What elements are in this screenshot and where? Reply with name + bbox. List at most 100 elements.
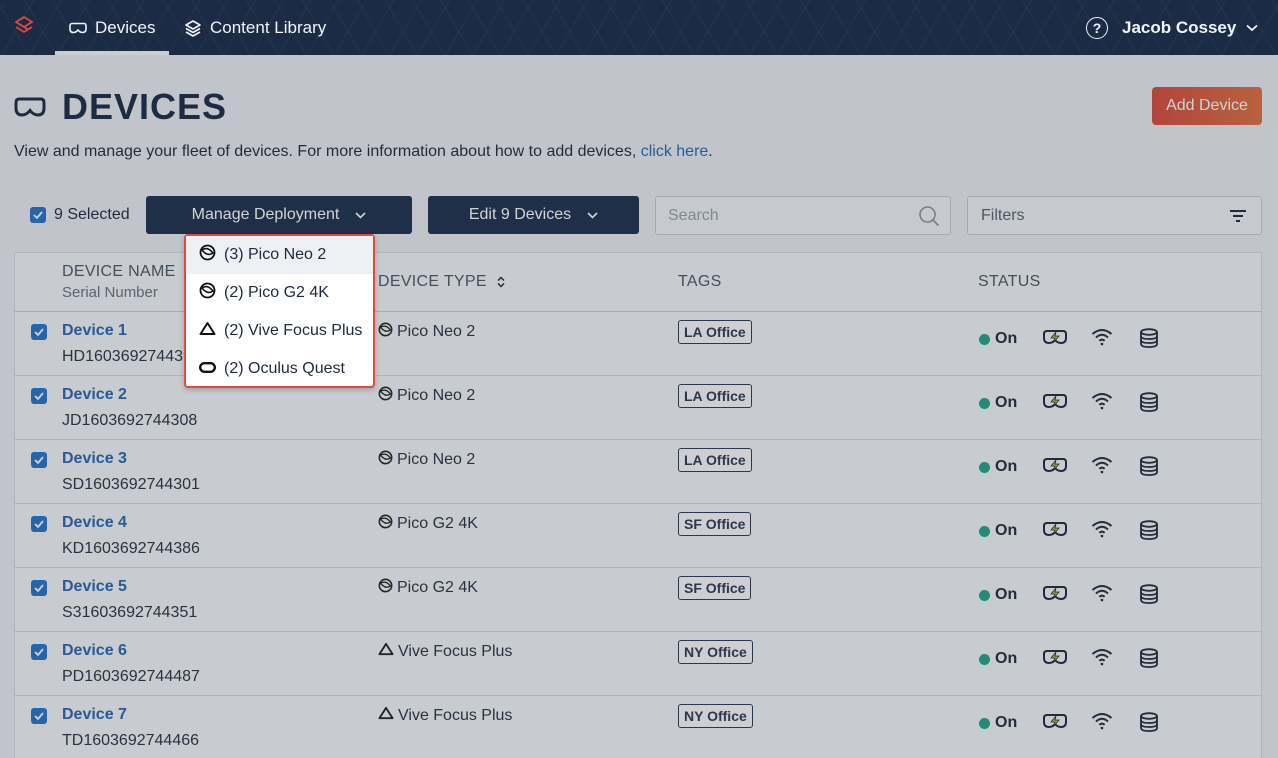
menu-item-label: (2) Vive Focus Plus — [224, 322, 363, 339]
wifi-icon — [1091, 329, 1113, 346]
vive-icon — [378, 642, 394, 661]
tag-badge[interactable]: LA Office — [678, 320, 752, 344]
table-row[interactable]: Device 6 PD1603692744487 Vive Focus Plus… — [15, 632, 1261, 696]
nav-content-library[interactable]: Content Library — [184, 0, 326, 55]
search-input[interactable] — [656, 197, 896, 234]
add-device-button[interactable]: Add Device — [1152, 87, 1262, 125]
device-type: Vive Focus Plus — [378, 642, 512, 661]
pico-icon — [199, 282, 216, 304]
device-name-link[interactable]: Device 2 — [62, 386, 127, 404]
device-type: Vive Focus Plus — [378, 706, 512, 725]
wifi-icon — [1091, 649, 1113, 666]
tag-badge[interactable]: SF Office — [678, 512, 752, 536]
device-name-link[interactable]: Device 4 — [62, 514, 127, 532]
edit-devices-label: Edit 9 Devices — [468, 206, 572, 223]
search-icon[interactable] — [918, 205, 940, 227]
menu-item-vive-focus-plus[interactable]: (2) Vive Focus Plus — [186, 312, 373, 350]
device-name-link[interactable]: Device 7 — [62, 706, 127, 724]
filters-dropdown[interactable]: Filters — [967, 196, 1262, 235]
pico-icon — [378, 322, 393, 342]
status-indicator: On — [979, 714, 1017, 732]
wifi-icon — [1091, 585, 1113, 602]
device-type-label: Pico G2 4K — [397, 515, 478, 532]
vive-icon — [378, 706, 394, 725]
storage-icon — [1140, 584, 1158, 604]
device-type: Pico Neo 2 — [378, 450, 475, 470]
table-row[interactable]: Device 5 S31603692744351 Pico G2 4K SF O… — [15, 568, 1261, 632]
device-name-link[interactable]: Device 3 — [62, 450, 127, 468]
pico-icon — [378, 450, 393, 470]
user-menu[interactable]: Jacob Cossey — [1122, 0, 1258, 55]
status-dot — [979, 653, 990, 665]
serial-number: KD1603692744386 — [62, 540, 200, 557]
logo-icon[interactable] — [14, 16, 34, 38]
status-label: On — [995, 394, 1018, 411]
menu-item-pico-neo-2[interactable]: (3) Pico Neo 2 — [186, 236, 373, 274]
pico-icon — [378, 578, 393, 598]
checkmark-icon — [34, 328, 44, 336]
device-name-link[interactable]: Device 6 — [62, 642, 127, 660]
intro-end: . — [708, 143, 713, 160]
checkmark-icon — [34, 648, 44, 656]
click-here-link[interactable]: click here — [641, 143, 709, 160]
storage-icon — [1140, 520, 1158, 540]
table-row[interactable]: Device 7 TD1603692744466 Vive Focus Plus… — [15, 696, 1261, 758]
pico-icon — [378, 514, 393, 534]
checkmark-icon — [34, 392, 44, 400]
help-icon[interactable]: ? — [1086, 17, 1108, 39]
tag-badge[interactable]: NY Office — [678, 704, 753, 728]
status-indicator: On — [979, 650, 1017, 668]
tag-badge[interactable]: NY Office — [678, 640, 753, 664]
device-name-link[interactable]: Device 1 — [62, 322, 127, 340]
row-checkbox[interactable] — [31, 580, 47, 596]
manage-deployment-button[interactable]: Manage Deployment — [146, 196, 412, 234]
battery-charging-icon — [1043, 714, 1067, 729]
vr-headset-icon — [14, 97, 46, 117]
serial-number: HD1603692744399 — [62, 348, 201, 365]
status-label: On — [995, 458, 1018, 475]
tag-badge[interactable]: LA Office — [678, 384, 752, 408]
col-status: STATUS — [978, 273, 1041, 290]
status-dot — [979, 589, 990, 601]
device-type-label: Pico G2 4K — [397, 579, 478, 596]
row-checkbox[interactable] — [31, 324, 47, 340]
row-checkbox[interactable] — [31, 708, 47, 724]
tag-badge[interactable]: SF Office — [678, 576, 752, 600]
status-label: On — [995, 650, 1018, 667]
device-type-label: Pico Neo 2 — [397, 387, 476, 404]
top-nav: Devices Content Library ? Jacob Cossey — [0, 0, 1278, 55]
row-checkbox[interactable] — [31, 452, 47, 468]
menu-item-pico-g2-4k[interactable]: (2) Pico G2 4K — [186, 274, 373, 312]
selected-count: 9 Selected — [54, 206, 130, 223]
device-name-link[interactable]: Device 5 — [62, 578, 127, 596]
manage-deployment-label: Manage Deployment — [191, 206, 340, 223]
chevron-down-icon — [587, 211, 598, 219]
checkmark-icon — [34, 712, 44, 720]
device-type-label: Pico Neo 2 — [397, 451, 476, 468]
status-label: On — [995, 330, 1018, 347]
select-all[interactable]: 9 Selected — [30, 206, 130, 224]
device-type: Pico Neo 2 — [378, 322, 475, 342]
col-device-type[interactable]: DEVICE TYPE — [378, 273, 505, 291]
storage-icon — [1140, 712, 1158, 732]
menu-item-label: (3) Pico Neo 2 — [224, 246, 327, 263]
tag-badge[interactable]: LA Office — [678, 448, 752, 472]
status-dot — [979, 717, 990, 729]
page-title: DEVICES — [62, 86, 228, 127]
device-type: Pico G2 4K — [378, 514, 478, 534]
row-checkbox[interactable] — [31, 644, 47, 660]
status-label: On — [995, 586, 1018, 603]
select-all-checkbox[interactable] — [30, 207, 46, 223]
filter-icon — [1230, 210, 1246, 222]
menu-item-oculus-quest[interactable]: (2) Oculus Quest — [186, 350, 373, 388]
edit-devices-button[interactable]: Edit 9 Devices — [428, 196, 639, 234]
row-checkbox[interactable] — [31, 516, 47, 532]
table-row[interactable]: Device 4 KD1603692744386 Pico G2 4K SF O… — [15, 504, 1261, 568]
table-row[interactable]: Device 3 SD1603692744301 Pico Neo 2 LA O… — [15, 440, 1261, 504]
nav-devices[interactable]: Devices — [55, 0, 169, 55]
layers-icon — [185, 19, 201, 37]
col-device-name[interactable]: DEVICE NAME Serial Number — [62, 263, 176, 301]
row-checkbox[interactable] — [31, 388, 47, 404]
serial-number: SD1603692744301 — [62, 476, 200, 493]
status-label: On — [995, 714, 1018, 731]
